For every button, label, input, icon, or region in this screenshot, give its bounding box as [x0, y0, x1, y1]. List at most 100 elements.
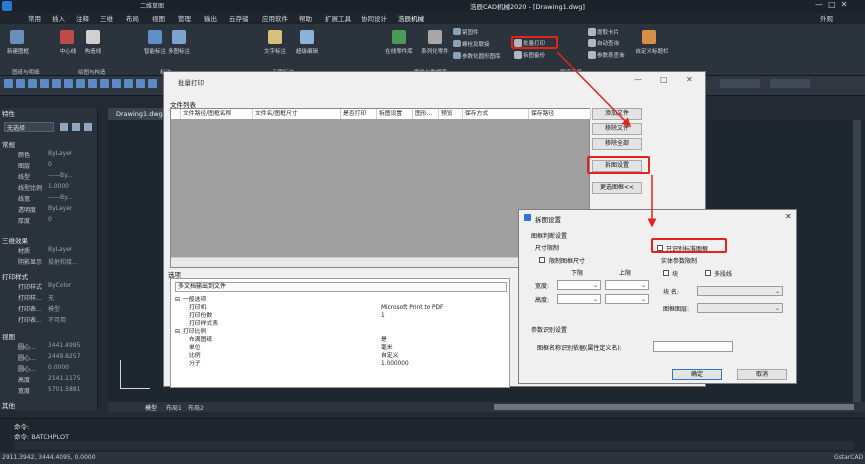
col-header-split[interactable]: 拆图设置 [377, 109, 413, 119]
new-frame-button[interactable]: 新建图框 [4, 47, 32, 55]
custom-title-icon[interactable] [642, 30, 656, 44]
prop-row[interactable]: 打印表... 不可用 [0, 315, 98, 326]
option-row[interactable]: ⊟ 一般选项 [171, 296, 511, 304]
option-row[interactable]: 单位 毫米 [171, 344, 511, 352]
prop-row[interactable]: 宽度 5701.5881 [0, 386, 98, 397]
select-objects-icon[interactable] [72, 123, 80, 131]
quick-title[interactable]: 二维草图 [140, 1, 164, 10]
extract-card-button[interactable]: 提取卡片 [597, 28, 627, 36]
horizontal-scrollbar[interactable] [494, 404, 854, 410]
width-lower-combo[interactable]: ⌄ [557, 280, 601, 290]
col-header-save-path[interactable]: 保存路径 [529, 109, 591, 119]
tool-icon-8[interactable] [88, 79, 97, 88]
menu-item-annotate[interactable]: 注释 [76, 13, 89, 23]
section-plot-style[interactable]: 打印样式 [2, 271, 28, 281]
close-icon[interactable]: ✕ [686, 75, 693, 84]
fastener-button[interactable]: 紧固件 [462, 28, 492, 36]
window-controls[interactable]: — □ ✕ [815, 0, 847, 9]
tool-icon-2[interactable] [16, 79, 25, 88]
prop-row[interactable]: 线型 ——By... [0, 172, 98, 183]
option-row[interactable]: 打印机 Microsoft Print to PDF [171, 304, 511, 312]
extract-card-icon[interactable] [588, 28, 596, 36]
custom-title-button[interactable]: 自定义标题栏 [632, 47, 672, 55]
online-parts-button[interactable]: 在线零件库 [379, 47, 419, 55]
menu-item-manage[interactable]: 管理 [178, 13, 191, 23]
option-row[interactable]: 打印份数 1 [171, 312, 511, 320]
doc-tab[interactable]: Drawing1.dwg [108, 108, 163, 120]
collapse-icon[interactable]: ⊟ [175, 296, 180, 304]
menu-item-cloud[interactable]: 云存储 [229, 13, 249, 23]
layout-tab-2[interactable]: 布局2 [188, 403, 204, 412]
pickadd-icon[interactable] [84, 123, 92, 131]
prop-row[interactable]: 打印样... 无 [0, 293, 98, 304]
output-mode-combo[interactable]: 多文档输出到文件 [175, 282, 507, 292]
menu-item-apps[interactable]: 应用软件 [262, 13, 288, 23]
menu-item-3d[interactable]: 三维 [100, 13, 113, 23]
block-name-combo[interactable]: ⌄ [697, 286, 783, 296]
menu-item-view[interactable]: 视图 [152, 13, 165, 23]
canvas-scrollbar[interactable] [853, 120, 861, 402]
close-icon[interactable]: ✕ [785, 212, 792, 221]
add-file-button[interactable]: 添加文件 [592, 108, 642, 120]
option-row[interactable]: 分子 1.000000 [171, 360, 511, 368]
menu-item-output[interactable]: 输出 [204, 13, 217, 23]
remove-file-button[interactable]: 移除文件 [592, 123, 642, 135]
tool-icon-7[interactable] [76, 79, 85, 88]
prop-row[interactable]: 圆心... 2449.8257 [0, 353, 98, 364]
height-lower-combo[interactable]: ⌄ [557, 294, 601, 304]
prop-row[interactable]: 打印表... 模型 [0, 304, 98, 315]
split-backup-icon[interactable] [514, 51, 522, 59]
quick-select-icon[interactable] [60, 123, 68, 131]
layout-tab-1[interactable]: 布局1 [166, 403, 182, 412]
construction-line-icon[interactable] [86, 30, 100, 44]
menu-item-collab[interactable]: 协同设计 [361, 13, 387, 23]
block-checkbox[interactable] [663, 270, 669, 276]
remove-all-button[interactable]: 移除全部 [592, 138, 642, 150]
menu-item-help[interactable]: 帮助 [299, 13, 312, 23]
tool-icon-4[interactable] [40, 79, 49, 88]
tool-icon-1[interactable] [4, 79, 13, 88]
multi-dim-button[interactable]: 多图标注 [166, 47, 192, 55]
menu-item-insert[interactable]: 插入 [52, 13, 65, 23]
auto-query-button[interactable]: 自动查询 [597, 39, 627, 47]
super-edit-icon[interactable] [300, 30, 314, 44]
prop-row[interactable]: 高度 2141.1175 [0, 375, 98, 386]
frame-layer-combo[interactable]: ⌄ [697, 303, 783, 313]
menu-item-ext-tools[interactable]: 扩展工具 [325, 13, 351, 23]
text-dim-button[interactable]: 文字标注 [262, 47, 288, 55]
prop-row[interactable]: 圆心... 0.0000 [0, 364, 98, 375]
option-row[interactable]: ⊟ 打印比例 [171, 328, 511, 336]
col-header-save-mode[interactable]: 保存方式 [463, 109, 529, 119]
online-parts-icon[interactable] [392, 30, 406, 44]
bolt-icon[interactable] [453, 40, 461, 47]
param-circle-lib-button[interactable]: 参数化圆形图库 [462, 52, 508, 60]
prop-row[interactable]: 线宽 ——By... [0, 194, 98, 205]
color-combo-icon[interactable] [770, 79, 810, 88]
construction-line-button[interactable]: 构造线 [80, 47, 106, 55]
prop-row[interactable]: 线型比例 1.0000 [0, 183, 98, 194]
param-table-icon[interactable] [588, 51, 596, 59]
series-parts-button[interactable]: 系列化零件 [416, 47, 454, 55]
menu-item-appearance[interactable]: 外观 [820, 13, 833, 23]
ok-button[interactable]: 确定 [672, 369, 722, 380]
option-row[interactable]: 布满图纸 是 [171, 336, 511, 344]
command-input[interactable] [14, 441, 854, 450]
layer-combo-icon[interactable] [720, 79, 760, 88]
layout-tab-model[interactable]: 模型 [145, 403, 157, 412]
section-general[interactable]: 常规 [2, 139, 15, 149]
series-parts-icon[interactable] [428, 30, 442, 44]
tool-icon-5[interactable] [52, 79, 61, 88]
section-other[interactable]: 其他 [2, 400, 15, 410]
smart-dim-icon[interactable] [148, 30, 162, 44]
text-dim-icon[interactable] [268, 30, 282, 44]
prop-row[interactable]: 透明度 ByLayer [0, 205, 98, 216]
section-view[interactable]: 视图 [2, 331, 15, 341]
param-circle-icon[interactable] [453, 52, 461, 59]
width-upper-combo[interactable]: ⌄ [605, 280, 649, 290]
split-backup-button[interactable]: 拆图备份 [523, 51, 553, 59]
col-header-print[interactable]: 是否打印 [341, 109, 377, 119]
collapse-icon[interactable]: ⊟ [175, 328, 180, 336]
polyline-checkbox[interactable] [705, 270, 711, 276]
tool-icon-3[interactable] [28, 79, 37, 88]
app-logo-icon[interactable] [2, 1, 12, 11]
